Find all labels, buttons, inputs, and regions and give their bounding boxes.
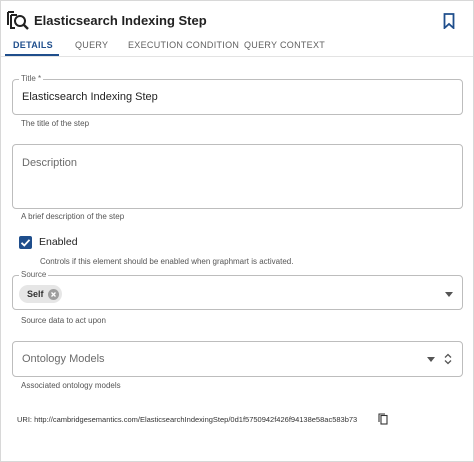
title-field-label: Title * xyxy=(19,74,44,84)
description-field[interactable]: Description xyxy=(12,144,463,209)
source-hint: Source data to act upon xyxy=(21,316,106,325)
title-field-value: Elasticsearch Indexing Step xyxy=(22,91,158,103)
description-placeholder: Description xyxy=(22,157,78,169)
chevron-down-icon[interactable] xyxy=(445,292,453,297)
source-select[interactable]: Source xyxy=(12,270,463,310)
chevron-down-icon[interactable] xyxy=(427,357,435,362)
step-editor-panel: Elasticsearch Indexing Step DETAILS QUER… xyxy=(0,0,474,462)
unfold-icon[interactable] xyxy=(444,353,452,365)
enabled-label: Enabled xyxy=(39,236,78,248)
source-chip[interactable]: Self xyxy=(19,285,62,303)
title-hint: The title of the step xyxy=(21,119,90,128)
tab-query-context[interactable]: QUERY CONTEXT xyxy=(244,40,325,50)
check-icon xyxy=(20,239,31,247)
enabled-hint: Controls if this element should be enabl… xyxy=(40,257,294,266)
search-document-icon xyxy=(7,11,29,30)
ontology-models-placeholder: Ontology Models xyxy=(22,353,105,365)
tabs-divider xyxy=(1,56,473,57)
page-title: Elasticsearch Indexing Step xyxy=(34,13,207,28)
description-hint: A brief description of the step xyxy=(21,212,125,221)
copy-icon[interactable] xyxy=(378,413,388,425)
source-chip-label: Self xyxy=(27,289,44,299)
ontology-models-hint: Associated ontology models xyxy=(21,381,121,390)
bookmark-icon[interactable] xyxy=(443,13,455,29)
step-header: Elasticsearch Indexing Step xyxy=(1,1,473,35)
step-uri: URI: http://cambridgesemantics.com/Elast… xyxy=(17,415,358,424)
tab-execution-condition[interactable]: EXECUTION CONDITION xyxy=(128,40,239,50)
remove-chip-icon[interactable] xyxy=(47,288,59,300)
ontology-models-select[interactable]: Ontology Models xyxy=(12,341,463,377)
tab-details[interactable]: DETAILS xyxy=(13,40,53,50)
tab-bar: DETAILS QUERY EXECUTION CONDITION QUERY … xyxy=(1,35,473,57)
title-field[interactable]: Title * Elasticsearch Indexing Step xyxy=(12,74,463,115)
enabled-checkbox[interactable] xyxy=(19,236,32,249)
source-label: Source xyxy=(19,270,49,280)
tab-query[interactable]: QUERY xyxy=(75,40,108,50)
